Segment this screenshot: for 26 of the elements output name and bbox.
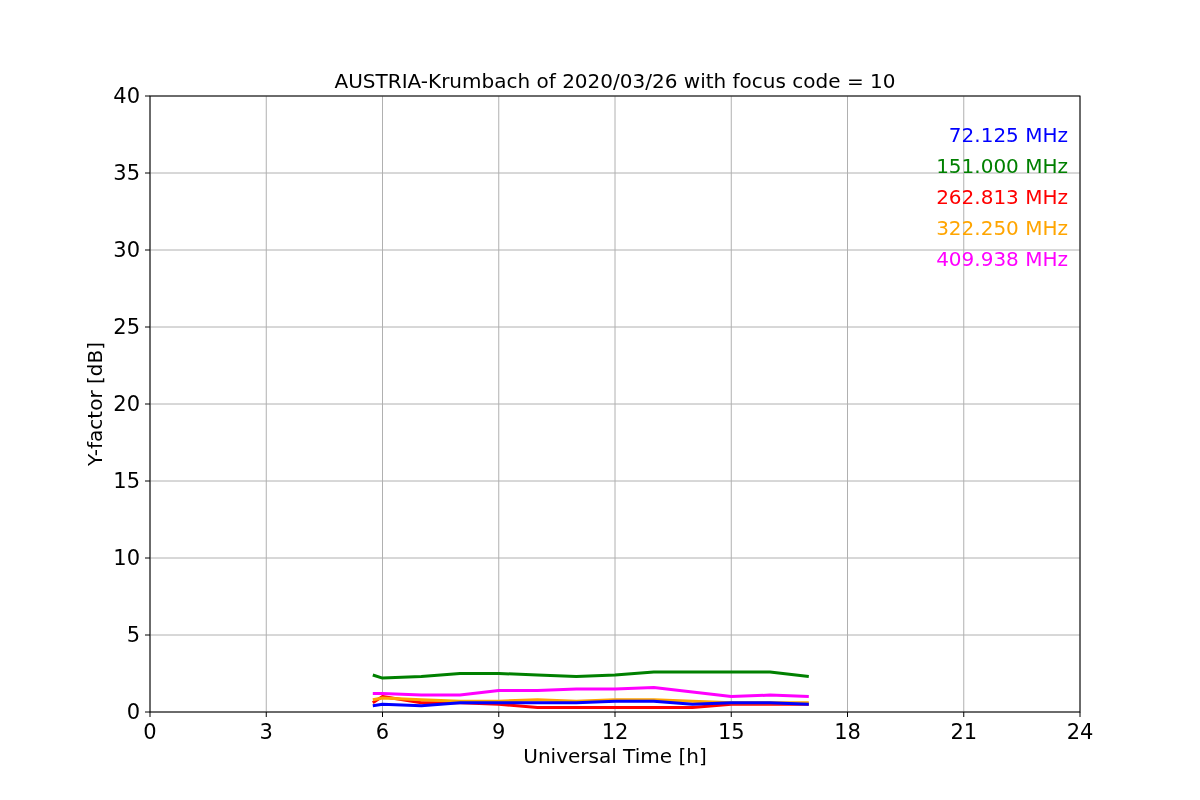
- y-tick-label: 15: [113, 469, 140, 493]
- x-tick-label: 0: [143, 720, 157, 744]
- x-tick-label: 21: [950, 720, 978, 744]
- chart-title: AUSTRIA-Krumbach of 2020/03/26 with focus code = 10: [334, 69, 896, 93]
- legend-label: 409.938 MHz: [936, 247, 1068, 271]
- legend-label: 322.250 MHz: [936, 216, 1068, 240]
- y-tick-label: 40: [113, 84, 140, 108]
- legend-label: 151.000 MHz: [936, 154, 1068, 178]
- x-tick-label: 12: [601, 720, 629, 744]
- x-tick-label: 18: [834, 720, 861, 744]
- x-tick-label: 9: [492, 720, 506, 744]
- y-tick-label: 35: [113, 161, 140, 185]
- y-tick-label: 20: [113, 392, 140, 416]
- legend-label: 72.125 MHz: [948, 123, 1068, 147]
- legend-label: 262.813 MHz: [936, 185, 1068, 209]
- y-tick-label: 10: [113, 546, 140, 570]
- x-axis-label: Universal Time [h]: [523, 744, 707, 768]
- y-tick-label: 5: [126, 623, 140, 647]
- x-tick-label: 24: [1066, 720, 1094, 744]
- y-tick-label: 30: [113, 238, 140, 262]
- y-axis-label: Y-factor [dB]: [83, 342, 107, 466]
- x-tick-label: 6: [375, 720, 390, 744]
- x-tick-label: 3: [259, 720, 273, 744]
- y-tick-label: 0: [126, 700, 140, 724]
- x-tick-label: 15: [717, 720, 745, 744]
- y-tick-label: 25: [113, 315, 140, 339]
